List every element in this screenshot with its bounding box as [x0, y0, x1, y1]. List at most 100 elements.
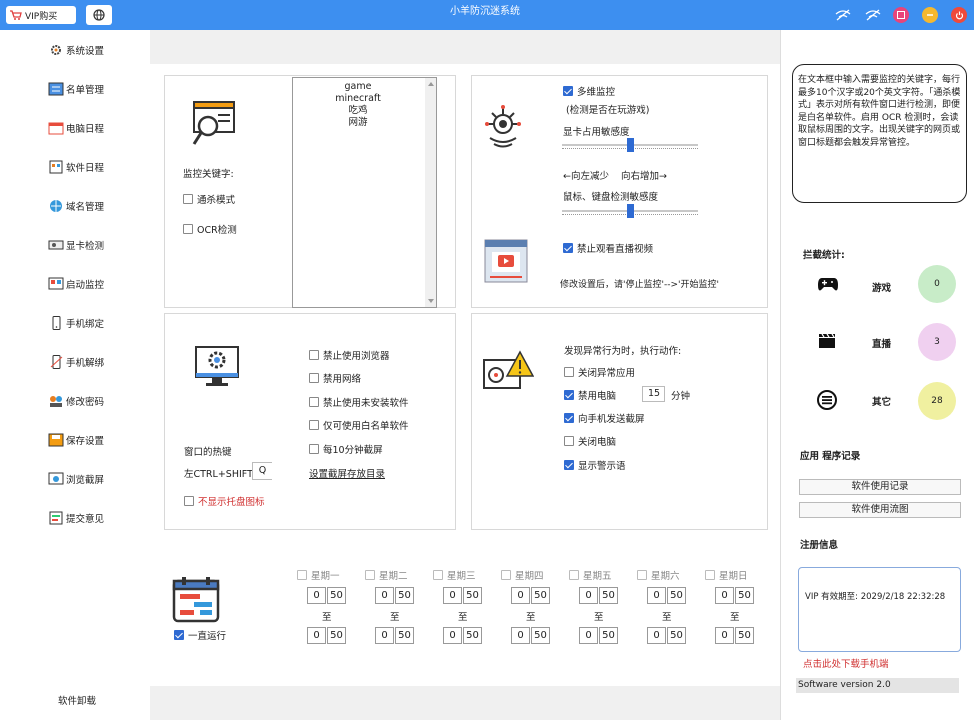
shutdown-checkbox[interactable]: 关闭电脑 — [564, 434, 616, 448]
close-app-checkbox[interactable]: 关闭异常应用 — [564, 365, 635, 379]
kb-sensitivity-slider[interactable] — [562, 204, 698, 218]
no-live-video-checkbox[interactable]: 禁止观看直播视频 — [563, 241, 653, 255]
send-screenshot-check[interactable] — [564, 413, 574, 423]
schedule-end-hour-input[interactable]: 0 — [579, 627, 598, 644]
no-browser-checkbox[interactable]: 禁止使用浏览器 — [309, 348, 390, 362]
sidebar-item-system-settings[interactable]: 系统设置 — [48, 43, 104, 57]
usage-log-button[interactable]: 软件使用记录 — [799, 479, 961, 495]
schedule-day-7[interactable]: 星期日 — [705, 568, 748, 582]
sidebar-item-domain-manage[interactable]: 域名管理 — [48, 199, 104, 213]
schedule-start-hour-input[interactable]: 0 — [715, 587, 734, 604]
schedule-day-3[interactable]: 星期三 — [433, 568, 476, 582]
schedule-start-hour-input[interactable]: 0 — [511, 587, 530, 604]
kb-slider-thumb[interactable] — [626, 204, 634, 218]
schedule-day-2[interactable]: 星期二 — [365, 568, 408, 582]
schedule-end-hour-input[interactable]: 0 — [375, 627, 394, 644]
schedule-start-minute-input[interactable]: 50 — [599, 587, 618, 604]
multi-monitor-check[interactable] — [563, 86, 573, 96]
ocr-check[interactable] — [183, 224, 193, 234]
schedule-start-minute-input[interactable]: 50 — [327, 587, 346, 604]
sidebar-item-phone-unbind[interactable]: 手机解绑 — [48, 355, 104, 369]
send-screenshot-checkbox[interactable]: 向手机发送截屏 — [564, 411, 645, 425]
schedule-start-hour-input[interactable]: 0 — [375, 587, 394, 604]
schedule-day-6[interactable]: 星期六 — [637, 568, 680, 582]
no-network-checkbox[interactable]: 禁用网络 — [309, 371, 361, 385]
schedule-start-minute-input[interactable]: 50 — [463, 587, 482, 604]
schedule-end-minute-input[interactable]: 50 — [667, 627, 686, 644]
schedule-end-hour-input[interactable]: 0 — [715, 627, 734, 644]
schedule-day-check[interactable] — [637, 570, 647, 580]
whitelist-only-check[interactable] — [309, 420, 319, 430]
schedule-end-hour-input[interactable]: 0 — [307, 627, 326, 644]
sidebar-item-change-password[interactable]: 修改密码 — [48, 394, 104, 408]
sidebar-item-view-screenshots[interactable]: 浏览截屏 — [48, 472, 104, 486]
gpu-sensitivity-slider[interactable] — [562, 138, 698, 152]
schedule-end-minute-input[interactable]: 50 — [735, 627, 754, 644]
no-live-video-check[interactable] — [563, 243, 573, 253]
schedule-day-4[interactable]: 星期四 — [501, 568, 544, 582]
schedule-start-hour-input[interactable]: 0 — [579, 587, 598, 604]
schedule-day-check[interactable] — [569, 570, 579, 580]
sidebar-item-phone-bind[interactable]: 手机绑定 — [48, 316, 104, 330]
show-warning-checkbox[interactable]: 显示警示语 — [564, 458, 626, 472]
schedule-end-hour-input[interactable]: 0 — [443, 627, 462, 644]
schedule-start-hour-input[interactable]: 0 — [443, 587, 462, 604]
keywords-textarea[interactable]: game minecraft 吃鸡 网游 — [292, 77, 437, 308]
minimize-tray-button[interactable] — [893, 7, 909, 23]
always-run-checkbox[interactable]: 一直运行 — [174, 628, 226, 642]
minimize-button[interactable] — [922, 7, 938, 23]
screenshot-dir-link[interactable]: 设置截屏存放目录 — [309, 466, 385, 480]
screenshot-10min-checkbox[interactable]: 每10分钟截屏 — [309, 442, 383, 456]
download-mobile-link[interactable]: 点击此处下载手机端 — [803, 656, 889, 670]
schedule-end-minute-input[interactable]: 50 — [395, 627, 414, 644]
show-warning-check[interactable] — [564, 460, 574, 470]
schedule-end-hour-input[interactable]: 0 — [647, 627, 666, 644]
schedule-day-check[interactable] — [365, 570, 375, 580]
disable-minutes-input[interactable]: 15 — [642, 386, 665, 402]
schedule-day-check[interactable] — [705, 570, 715, 580]
disable-pc-check[interactable] — [564, 390, 574, 400]
disable-pc-checkbox[interactable]: 禁用电脑 — [564, 388, 616, 402]
schedule-end-minute-input[interactable]: 50 — [327, 627, 346, 644]
always-run-check[interactable] — [174, 630, 184, 640]
sidebar-item-software-schedule[interactable]: 软件日程 — [48, 160, 104, 174]
sidebar-item-pc-schedule[interactable]: 电脑日程 — [48, 121, 104, 135]
schedule-day-check[interactable] — [297, 570, 307, 580]
sidebar-item-start-monitor[interactable]: 启动监控 — [48, 277, 104, 291]
no-uninstalled-check[interactable] — [309, 397, 319, 407]
no-browser-check[interactable] — [309, 350, 319, 360]
uninstall-link[interactable]: 软件卸载 — [58, 693, 96, 707]
sidebar-item-gpu-check[interactable]: 显卡检测 — [48, 238, 104, 252]
close-app-check[interactable] — [564, 367, 574, 377]
ocr-checkbox[interactable]: OCR检测 — [183, 222, 237, 236]
schedule-end-hour-input[interactable]: 0 — [511, 627, 530, 644]
schedule-end-minute-input[interactable]: 50 — [531, 627, 550, 644]
schedule-start-hour-input[interactable]: 0 — [647, 587, 666, 604]
whitelist-only-checkbox[interactable]: 仅可使用白名单软件 — [309, 418, 409, 432]
schedule-start-minute-input[interactable]: 50 — [395, 587, 414, 604]
schedule-day-check[interactable] — [501, 570, 511, 580]
schedule-start-hour-input[interactable]: 0 — [307, 587, 326, 604]
schedule-start-minute-input[interactable]: 50 — [735, 587, 754, 604]
close-button[interactable] — [951, 7, 967, 23]
schedule-day-check[interactable] — [433, 570, 443, 580]
screenshot-10min-check[interactable] — [309, 444, 319, 454]
sidebar-item-feedback[interactable]: 提交意见 — [48, 511, 104, 525]
gpu-slider-thumb[interactable] — [626, 138, 634, 152]
shutdown-check[interactable] — [564, 436, 574, 446]
schedule-start-minute-input[interactable]: 50 — [531, 587, 550, 604]
no-uninstalled-checkbox[interactable]: 禁止使用未安装软件 — [309, 395, 409, 409]
kill-mode-checkbox[interactable]: 通杀模式 — [183, 192, 235, 206]
schedule-day-5[interactable]: 星期五 — [569, 568, 612, 582]
hide-tray-checkbox[interactable]: 不显示托盘图标 — [184, 494, 265, 508]
multi-monitor-checkbox[interactable]: 多维监控 — [563, 84, 615, 98]
schedule-end-minute-input[interactable]: 50 — [599, 627, 618, 644]
schedule-start-minute-input[interactable]: 50 — [667, 587, 686, 604]
vip-button[interactable]: VIP购买 — [6, 6, 76, 24]
usage-chart-button[interactable]: 软件使用流图 — [799, 502, 961, 518]
language-button[interactable] — [86, 5, 112, 25]
keywords-scrollbar[interactable] — [425, 78, 436, 307]
hide-tray-check[interactable] — [184, 496, 194, 506]
schedule-end-minute-input[interactable]: 50 — [463, 627, 482, 644]
kill-mode-check[interactable] — [183, 194, 193, 204]
